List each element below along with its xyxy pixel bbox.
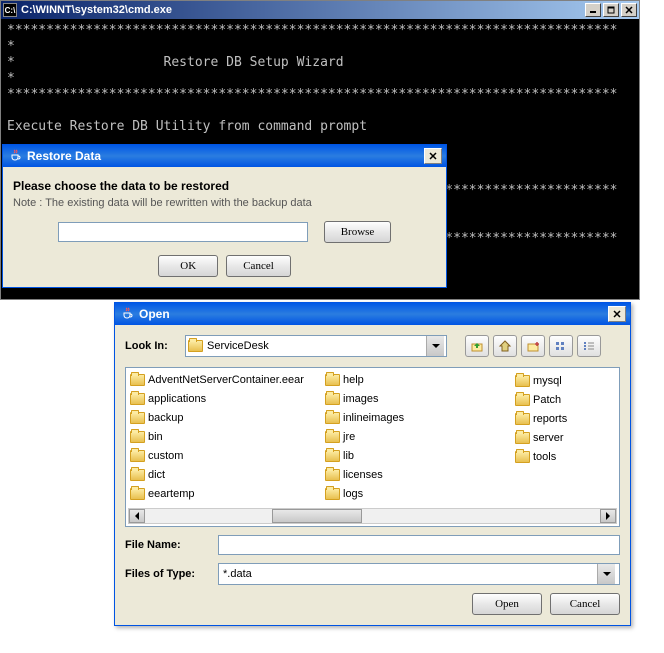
scroll-right-button[interactable] — [600, 509, 616, 523]
open-titlebar: Open — [115, 303, 630, 325]
restore-title: Restore Data — [27, 149, 101, 163]
file-list-area: AdventNetServerContainer.eear applicatio… — [125, 367, 620, 527]
scroll-thumb[interactable] — [272, 509, 362, 523]
list-item[interactable]: eeartemp — [130, 485, 325, 502]
restore-titlebar: Restore Data — [3, 145, 446, 167]
folder-icon — [515, 394, 530, 406]
list-view-button[interactable] — [549, 335, 573, 357]
folder-icon — [130, 450, 145, 462]
list-item[interactable]: applications — [130, 391, 325, 408]
cmd-titlebar: C:\ C:\WINNT\system32\cmd.exe — [1, 1, 639, 19]
folder-icon — [325, 393, 340, 405]
folder-icon — [325, 488, 340, 500]
restore-dialog: Restore Data Please choose the data to b… — [2, 144, 447, 288]
folder-icon — [130, 374, 145, 386]
list-item[interactable]: tools — [515, 448, 610, 465]
list-item[interactable]: dict — [130, 466, 325, 483]
browse-button[interactable]: Browse — [324, 221, 392, 243]
details-view-button[interactable] — [577, 335, 601, 357]
new-folder-button[interactable] — [521, 335, 545, 357]
restore-path-input[interactable] — [58, 222, 308, 242]
close-button[interactable] — [424, 148, 442, 164]
close-button[interactable] — [621, 3, 637, 17]
cancel-button[interactable]: Cancel — [550, 593, 620, 615]
folder-icon — [515, 451, 530, 463]
cancel-button[interactable]: Cancel — [226, 255, 291, 277]
folder-icon — [325, 374, 340, 386]
close-button[interactable] — [608, 306, 626, 322]
filetype-label: Files of Type: — [125, 568, 210, 580]
folder-icon — [130, 469, 145, 481]
cmd-title: C:\WINNT\system32\cmd.exe — [21, 4, 585, 16]
list-item[interactable]: bin — [130, 429, 325, 446]
folder-icon — [325, 469, 340, 481]
list-item[interactable]: lib — [325, 447, 515, 464]
horizontal-scrollbar[interactable] — [128, 508, 617, 524]
list-item[interactable]: inlineimages — [325, 410, 515, 427]
list-item[interactable]: server — [515, 429, 610, 446]
folder-icon — [515, 375, 530, 387]
list-item[interactable]: reports — [515, 410, 610, 427]
chevron-down-icon[interactable] — [426, 336, 444, 356]
list-item[interactable]: AdventNetServerContainer.eear — [130, 372, 325, 389]
filetype-combo[interactable]: *.data — [218, 563, 620, 585]
folder-icon — [130, 393, 145, 405]
minimize-button[interactable] — [585, 3, 601, 17]
lookin-label: Look In: — [125, 340, 177, 352]
list-item[interactable]: Patch — [515, 391, 610, 408]
folder-icon — [130, 431, 145, 443]
folder-icon — [188, 340, 203, 352]
list-item[interactable]: backup — [130, 410, 325, 427]
folder-icon — [325, 412, 340, 424]
file-col-1: AdventNetServerContainer.eear applicatio… — [130, 372, 325, 502]
java-icon — [7, 148, 23, 164]
filename-label: File Name: — [125, 539, 210, 551]
lookin-value: ServiceDesk — [207, 340, 269, 352]
folder-icon — [515, 413, 530, 425]
open-button[interactable]: Open — [472, 593, 542, 615]
filename-input[interactable] — [218, 535, 620, 555]
list-item[interactable]: images — [325, 391, 515, 408]
cmd-icon: C:\ — [3, 3, 17, 17]
lookin-combo[interactable]: ServiceDesk — [185, 335, 447, 357]
restore-heading: Please choose the data to be restored — [13, 179, 436, 193]
folder-icon — [130, 412, 145, 424]
folder-icon — [325, 431, 340, 443]
restore-note: Note : The existing data will be rewritt… — [13, 197, 436, 209]
file-col-3: mysql Patch reports server tools — [515, 372, 610, 502]
list-item[interactable]: logs — [325, 485, 515, 502]
chevron-down-icon[interactable] — [597, 564, 615, 584]
java-icon — [119, 306, 135, 322]
filetype-value: *.data — [223, 568, 252, 580]
list-item[interactable]: custom — [130, 447, 325, 464]
folder-icon — [130, 488, 145, 500]
file-col-2: help images inlineimages jre lib license… — [325, 372, 515, 502]
up-folder-button[interactable] — [465, 335, 489, 357]
maximize-button[interactable] — [603, 3, 619, 17]
list-item[interactable]: help — [325, 372, 515, 389]
open-dialog: Open Look In: ServiceDesk Adve — [114, 302, 631, 626]
ok-button[interactable]: OK — [158, 255, 218, 277]
scroll-left-button[interactable] — [129, 509, 145, 523]
list-item[interactable]: mysql — [515, 372, 610, 389]
list-item[interactable]: licenses — [325, 466, 515, 483]
home-button[interactable] — [493, 335, 517, 357]
folder-icon — [325, 450, 340, 462]
folder-icon — [515, 432, 530, 444]
open-title: Open — [139, 307, 170, 321]
list-item[interactable]: jre — [325, 429, 515, 446]
